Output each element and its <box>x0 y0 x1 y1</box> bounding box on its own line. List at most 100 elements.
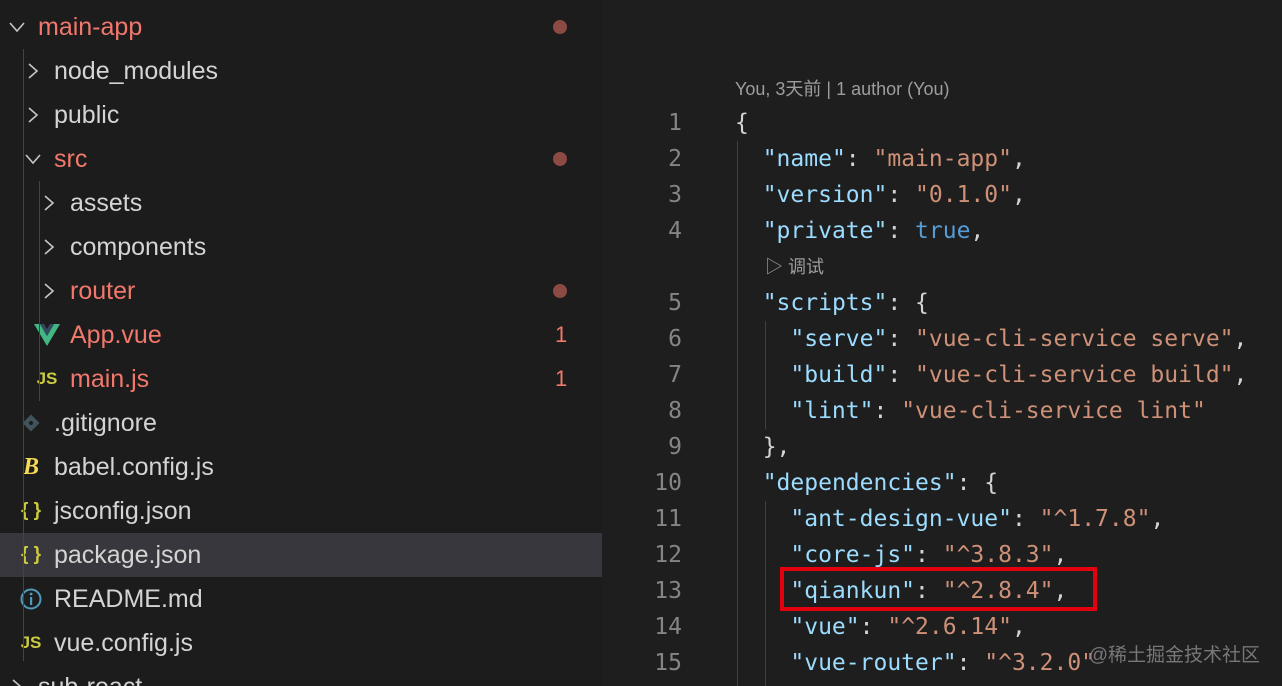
chevron-right-icon[interactable] <box>24 62 42 80</box>
chevron-right-icon[interactable] <box>40 282 58 300</box>
code-text: "version": "0.1.0", <box>735 177 1026 213</box>
code-token: "^3.8.3" <box>942 542 1054 568</box>
code-line[interactable]: 3 "version": "0.1.0", <box>602 177 1282 213</box>
git-blame-codelens[interactable]: You, 3天前 | 1 author (You) <box>735 74 949 104</box>
code-text: "scripts": { <box>735 285 929 321</box>
code-line[interactable]: 1{ <box>602 105 1282 141</box>
code-text: "name": "main-app", <box>735 141 1026 177</box>
chevron-down-icon[interactable] <box>24 150 42 168</box>
line-number: 11 <box>654 506 682 532</box>
line-number: 12 <box>654 542 682 568</box>
indent-guide <box>765 501 766 686</box>
code-token: "^2.6.14" <box>887 614 1012 640</box>
code-text: "lint": "vue-cli-service lint" <box>735 393 1205 429</box>
line-number: 15 <box>654 650 682 676</box>
file-item-main-js[interactable]: JS main.js 1 <box>0 357 602 401</box>
chevron-right-icon[interactable] <box>40 238 58 256</box>
code-token: "vue" <box>790 614 860 640</box>
tree-item-label: main-app <box>38 13 143 41</box>
tree-item-label: assets <box>70 189 143 217</box>
file-item-vue-config-js[interactable]: JS vue.config.js <box>0 621 602 665</box>
line-number: 2 <box>668 146 682 172</box>
folder-item-node-modules[interactable]: node_modules <box>0 49 602 93</box>
code-text: { <box>735 105 749 141</box>
code-line[interactable]: 8 "lint": "vue-cli-service lint" <box>602 393 1282 429</box>
indent-guide <box>737 141 738 686</box>
code-token: , <box>1053 542 1068 568</box>
folder-item-components[interactable]: components <box>0 225 602 269</box>
line-number: 1 <box>668 110 682 136</box>
code-line[interactable]: 7 "build": "vue-cli-service build", <box>602 357 1282 393</box>
code-token: "vue-cli-service serve" <box>915 326 1234 352</box>
file-item-app-vue[interactable]: App.vue 1 <box>0 313 602 357</box>
line-number: 14 <box>654 614 682 640</box>
code-text: "dependencies": { <box>735 465 998 501</box>
info-icon <box>16 577 46 621</box>
chevron-right-icon[interactable] <box>40 194 58 212</box>
code-line[interactable]: 4 "private": true, <box>602 213 1282 249</box>
modified-dot-indicator <box>553 284 567 298</box>
line-number: 9 <box>668 434 682 460</box>
code-token: "dependencies" <box>762 470 957 496</box>
json-file-icon: { } <box>20 500 42 521</box>
file-item-readme-md[interactable]: README.md <box>0 577 602 621</box>
file-item-babel-config-js[interactable]: Bbabel.config.js <box>0 445 602 489</box>
code-line[interactable]: 5 "scripts": { <box>602 285 1282 321</box>
folder-item-public[interactable]: public <box>0 93 602 137</box>
code-token: : <box>1011 506 1040 532</box>
modified-dot-indicator <box>553 152 567 166</box>
problem-count-badge: 1 <box>555 366 568 391</box>
file-explorer: main-app node_modulespublic src assets compo… <box>0 0 602 686</box>
code-token: "0.1.0" <box>915 182 1012 208</box>
code-token: }, <box>735 434 791 460</box>
chevron-right-icon[interactable] <box>24 106 42 124</box>
code-line[interactable]: 9 }, <box>602 429 1282 465</box>
vue-file-icon <box>32 313 62 357</box>
annotation-highlight-box <box>780 567 1097 611</box>
line-number: 10 <box>654 470 682 496</box>
code-token: "lint" <box>790 398 874 424</box>
folder-item-sub-react[interactable]: sub-react <box>0 665 602 686</box>
tree-item-label: README.md <box>54 585 203 613</box>
folder-item-src[interactable]: src <box>0 137 602 181</box>
chevron-right-icon[interactable] <box>8 678 26 686</box>
file-item-jsconfig-json[interactable]: { } jsconfig.json <box>0 489 602 533</box>
code-text: "ant-design-vue": "^1.7.8", <box>735 501 1164 537</box>
code-token: "vue-router" <box>790 650 957 676</box>
code-token: { <box>735 110 749 136</box>
code-text: "build": "vue-cli-service build", <box>735 357 1247 393</box>
tree-item-label: components <box>70 233 207 261</box>
file-item-gitignore[interactable]: .gitignore <box>0 401 602 445</box>
tree-item-label: node_modules <box>54 57 219 85</box>
debug-codelens[interactable]: ▷ 调试 <box>765 252 824 282</box>
problem-count-badge: 1 <box>555 322 568 347</box>
line-number: 6 <box>668 326 682 352</box>
code-line[interactable]: 11 "ant-design-vue": "^1.7.8", <box>602 501 1282 537</box>
tree-item-label: public <box>54 101 120 129</box>
javascript-file-icon: JS <box>20 633 42 652</box>
folder-item-assets[interactable]: assets <box>0 181 602 225</box>
folder-item-main-app[interactable]: main-app <box>0 5 602 49</box>
code-line[interactable]: 6 "serve": "vue-cli-service serve", <box>602 321 1282 357</box>
chevron-down-icon[interactable] <box>8 18 26 36</box>
code-line[interactable]: 2 "name": "main-app", <box>602 141 1282 177</box>
indent-guide <box>765 321 766 429</box>
code-token: : <box>956 650 985 676</box>
tree-item-label: router <box>70 277 136 305</box>
code-token: "private" <box>762 218 888 244</box>
code-token: : { <box>887 290 929 316</box>
tree-item-label: jsconfig.json <box>54 497 192 525</box>
code-token: "^3.2.0" <box>984 650 1096 676</box>
code-line[interactable]: 10 "dependencies": { <box>602 465 1282 501</box>
folder-item-router[interactable]: router <box>0 269 602 313</box>
code-token: , <box>1233 362 1248 388</box>
file-item-package-json[interactable]: { } package.json <box>0 533 602 577</box>
line-number: 3 <box>668 182 682 208</box>
